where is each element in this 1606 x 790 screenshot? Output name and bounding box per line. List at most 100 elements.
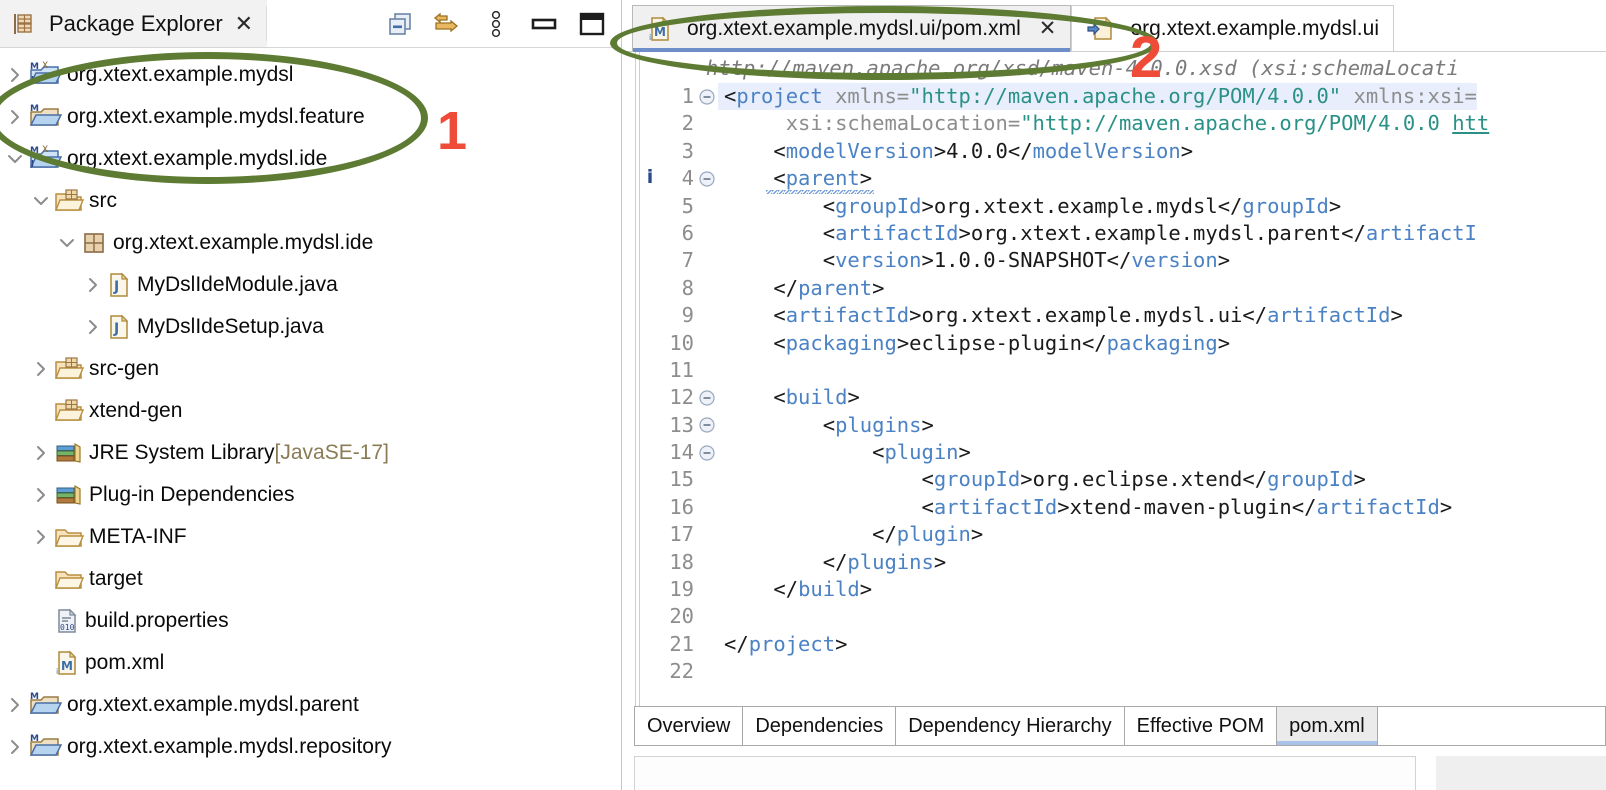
chevron-down-icon[interactable] — [28, 193, 54, 209]
fold-toggle-icon[interactable] — [696, 389, 718, 407]
collapse-all-icon[interactable] — [385, 9, 415, 39]
folder-icon — [54, 565, 84, 593]
fold-toggle-icon[interactable] — [696, 444, 718, 462]
code-line-17[interactable]: 17 </plugin> — [622, 521, 1606, 548]
code-line-19[interactable]: 19 </build> — [622, 576, 1606, 603]
tree-item-target[interactable]: target — [0, 558, 621, 600]
chevron-down-icon[interactable] — [2, 151, 28, 167]
chevron-right-icon[interactable] — [28, 445, 54, 461]
tree-item-xtend-gen[interactable]: xtend-gen — [0, 390, 621, 432]
tree-item-org-xtext-example-mydsl-repository[interactable]: M org.xtext.example.mydsl.repository — [0, 726, 621, 768]
form-tab-label: Effective POM — [1137, 715, 1264, 738]
code-line-15[interactable]: 15 <groupId>org.eclipse.xtend</groupId> — [622, 466, 1606, 493]
chevron-right-icon[interactable] — [2, 697, 28, 713]
tree-item-org-xtext-example-mydsl-parent[interactable]: M org.xtext.example.mydsl.parent — [0, 684, 621, 726]
code-line-16[interactable]: 16 <artifactId>xtend-maven-plugin</artif… — [622, 494, 1606, 521]
svg-text:J: J — [30, 75, 34, 84]
code-text: <packaging>eclipse-plugin</packaging> — [718, 330, 1230, 357]
chevron-right-icon[interactable] — [80, 319, 106, 335]
tree-item-org-xtext-example-mydsl-feature[interactable]: M org.xtext.example.mydsl.feature — [0, 96, 621, 138]
editor-tab-org-xtext-example-mydsl-ui-pom-xml[interactable]: M i org.xtext.example.mydsl.ui/pom.xml✕ — [632, 5, 1071, 51]
form-tab-filler — [1378, 706, 1606, 746]
editor-tab-org-xtext-example-mydsl-ui[interactable]: org.xtext.example.mydsl.ui — [1071, 5, 1394, 51]
svg-text:M: M — [654, 25, 666, 39]
svg-text:M: M — [30, 146, 39, 156]
code-lines-container[interactable]: 1<project xmlns="http://maven.apache.org… — [622, 52, 1606, 706]
tree-item-meta-inf[interactable]: META-INF — [0, 516, 621, 558]
svg-text:J: J — [113, 279, 119, 295]
line-number: 3 — [622, 138, 696, 165]
tree-item-label: org.xtext.example.mydsl.repository — [67, 735, 391, 759]
tree-item-jre-system-library[interactable]: JRE System Library [JavaSE-17] — [0, 432, 621, 474]
chevron-right-icon[interactable] — [80, 277, 106, 293]
line-number: 8 — [622, 275, 696, 302]
tree-item-plug-in-dependencies[interactable]: Plug-in Dependencies — [0, 474, 621, 516]
code-line-7[interactable]: 7 <version>1.0.0-SNAPSHOT</version> — [622, 247, 1606, 274]
tree-item-mydslidemodule-java[interactable]: J MyDslIdeModule.java — [0, 264, 621, 306]
chevron-right-icon[interactable] — [28, 361, 54, 377]
svg-text:010: 010 — [60, 623, 75, 632]
tree-item-src-gen[interactable]: src-gen — [0, 348, 621, 390]
tree-item-build-properties[interactable]: 010 build.properties — [0, 600, 621, 642]
chevron-right-icon[interactable] — [28, 487, 54, 503]
code-line-5[interactable]: 5 <groupId>org.xtext.example.mydsl</grou… — [622, 193, 1606, 220]
tree-item-mydslidesetup-java[interactable]: J MyDslIdeSetup.java — [0, 306, 621, 348]
view-menu-icon[interactable] — [481, 9, 511, 39]
maximize-icon[interactable] — [577, 9, 607, 39]
code-line-18[interactable]: 18 </plugins> — [622, 549, 1606, 576]
code-line-21[interactable]: 21</project> — [622, 631, 1606, 658]
code-text: </build> — [718, 576, 872, 603]
code-line-9[interactable]: 9 <artifactId>org.xtext.example.mydsl.ui… — [622, 302, 1606, 329]
chevron-right-icon[interactable] — [2, 739, 28, 755]
form-tab-effective-pom[interactable]: Effective POM — [1125, 706, 1277, 746]
source-folder-icon — [54, 355, 84, 383]
code-line-14[interactable]: 14 <plugin> — [622, 439, 1606, 466]
code-line-22[interactable]: 22 — [622, 658, 1606, 685]
close-icon[interactable]: ✕ — [1039, 16, 1057, 41]
form-tab-dependency-hierarchy[interactable]: Dependency Hierarchy — [896, 706, 1124, 746]
chevron-down-icon[interactable] — [54, 235, 80, 251]
tree-item-org-xtext-example-mydsl[interactable]: M J X org.xtext.example.mydsl — [0, 54, 621, 96]
form-tab-overview[interactable]: Overview — [634, 706, 743, 746]
maven-pom-file-icon: M i — [54, 649, 80, 677]
project-tree[interactable]: M J X org.xtext.example.mydsl M org.xtex… — [0, 48, 621, 790]
code-text: <modelVersion>4.0.0</modelVersion> — [718, 138, 1193, 165]
tree-item-src[interactable]: src — [0, 180, 621, 222]
tree-item-org-xtext-example-mydsl-ide[interactable]: M J X org.xtext.example.mydsl.ide — [0, 138, 621, 180]
package-explorer-tab[interactable]: Package Explorer ✕ — [0, 0, 267, 48]
fold-toggle-icon[interactable] — [696, 170, 718, 188]
code-line-4[interactable]: 4 <parent> — [622, 165, 1606, 192]
tree-item-pom-xml[interactable]: M i pom.xml — [0, 642, 621, 684]
code-line-10[interactable]: 10 <packaging>eclipse-plugin</packaging> — [622, 330, 1606, 357]
code-line-3[interactable]: 3 <modelVersion>4.0.0</modelVersion> — [622, 138, 1606, 165]
chevron-right-icon[interactable] — [2, 67, 28, 83]
chevron-right-icon[interactable] — [2, 109, 28, 125]
link-with-editor-icon[interactable] — [433, 9, 463, 39]
code-line-2[interactable]: 2 xsi:schemaLocation="http://maven.apach… — [622, 110, 1606, 137]
fold-toggle-icon[interactable] — [696, 416, 718, 434]
pom-editor-form-tabs[interactable]: Overview Dependencies Dependency Hierarchy… — [622, 706, 1606, 746]
xml-source-editor[interactable]: 1<project xmlns="http://maven.apache.org… — [622, 52, 1606, 706]
form-tab-label: Dependencies — [755, 715, 883, 738]
code-line-1[interactable]: 1<project xmlns="http://maven.apache.org… — [622, 83, 1606, 110]
form-tab-pom-xml[interactable]: pom.xml — [1277, 706, 1378, 746]
fold-toggle-icon[interactable] — [696, 88, 718, 106]
code-line-20[interactable]: 20 — [622, 603, 1606, 630]
bottom-panel-left — [634, 756, 1416, 790]
code-text: <plugins> — [718, 412, 934, 439]
line-number: 14 — [622, 439, 696, 466]
library-icon — [54, 482, 84, 508]
info-marker-icon[interactable]: i — [636, 166, 664, 188]
line-number: 17 — [622, 521, 696, 548]
form-tab-dependencies[interactable]: Dependencies — [743, 706, 896, 746]
code-line-6[interactable]: 6 <artifactId>org.xtext.example.mydsl.pa… — [622, 220, 1606, 247]
code-line-12[interactable]: 12 <build> — [622, 384, 1606, 411]
folder-icon — [54, 523, 84, 551]
minimize-icon[interactable] — [529, 9, 559, 39]
tree-item-org-xtext-example-mydsl-ide[interactable]: org.xtext.example.mydsl.ide — [0, 222, 621, 264]
close-icon[interactable]: ✕ — [235, 13, 253, 35]
chevron-right-icon[interactable] — [28, 529, 54, 545]
code-line-8[interactable]: 8 </parent> — [622, 275, 1606, 302]
code-line-13[interactable]: 13 <plugins> — [622, 412, 1606, 439]
code-line-11[interactable]: 11 — [622, 357, 1606, 384]
